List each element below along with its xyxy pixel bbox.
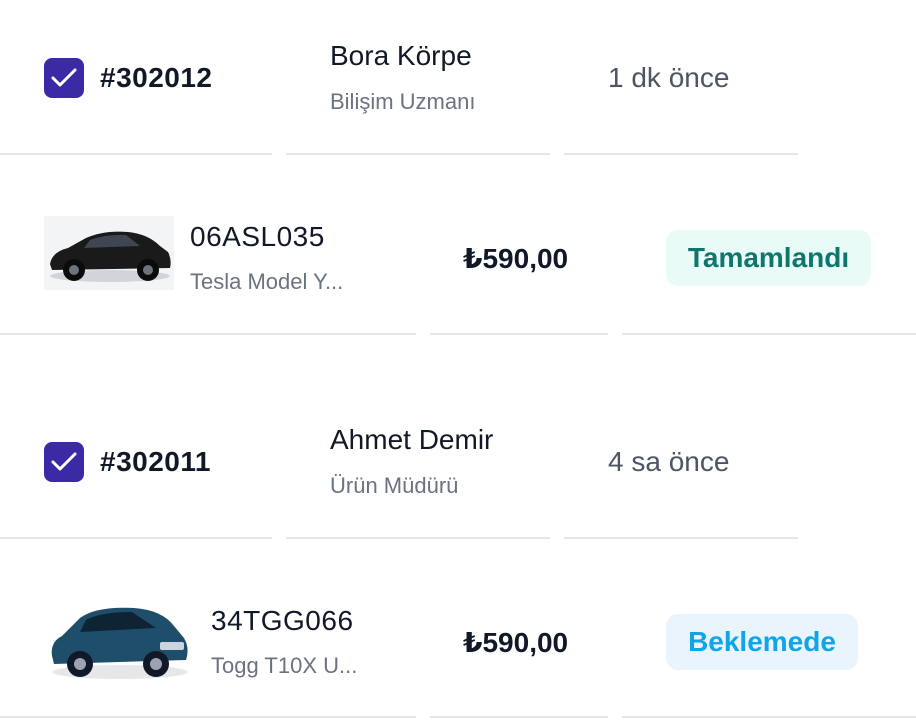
order-id[interactable]: #302012 <box>100 62 213 94</box>
vehicle-model: Togg T10X U... <box>211 653 358 678</box>
divider <box>0 716 416 718</box>
customer-role: Bilişim Uzmanı <box>330 89 476 114</box>
status-badge: Tamamlandı <box>666 230 871 286</box>
row-checkbox[interactable] <box>44 442 84 482</box>
blue-suv-car-image <box>51 607 188 679</box>
status-badge: Beklemede <box>666 614 858 670</box>
vehicle-model: Tesla Model Y... <box>190 269 344 294</box>
divider <box>286 537 550 539</box>
divider <box>0 537 272 539</box>
divider <box>0 153 272 155</box>
vehicle-plate: 34TGG066 <box>211 605 354 636</box>
customer-name: Bora Körpe <box>330 40 472 71</box>
time-ago: 4 sa önce <box>608 446 730 477</box>
divider <box>286 153 550 155</box>
customer-role: Ürün Müdürü <box>330 473 459 498</box>
customer-name: Ahmet Demir <box>330 424 494 455</box>
divider <box>622 333 916 335</box>
vehicle-plate: 06ASL035 <box>190 221 325 252</box>
row-checkbox[interactable] <box>44 58 84 98</box>
divider <box>564 537 798 539</box>
check-icon <box>51 452 77 471</box>
divider <box>622 716 916 718</box>
black-suv-car-image <box>44 216 174 290</box>
order-id[interactable]: #302011 <box>100 446 211 478</box>
price: ₺590,00 <box>463 627 569 658</box>
divider <box>430 716 608 718</box>
price: ₺590,00 <box>463 243 569 274</box>
divider <box>564 153 798 155</box>
divider <box>430 333 608 335</box>
divider <box>0 333 416 335</box>
time-ago: 1 dk önce <box>608 62 730 93</box>
check-icon <box>51 68 77 87</box>
